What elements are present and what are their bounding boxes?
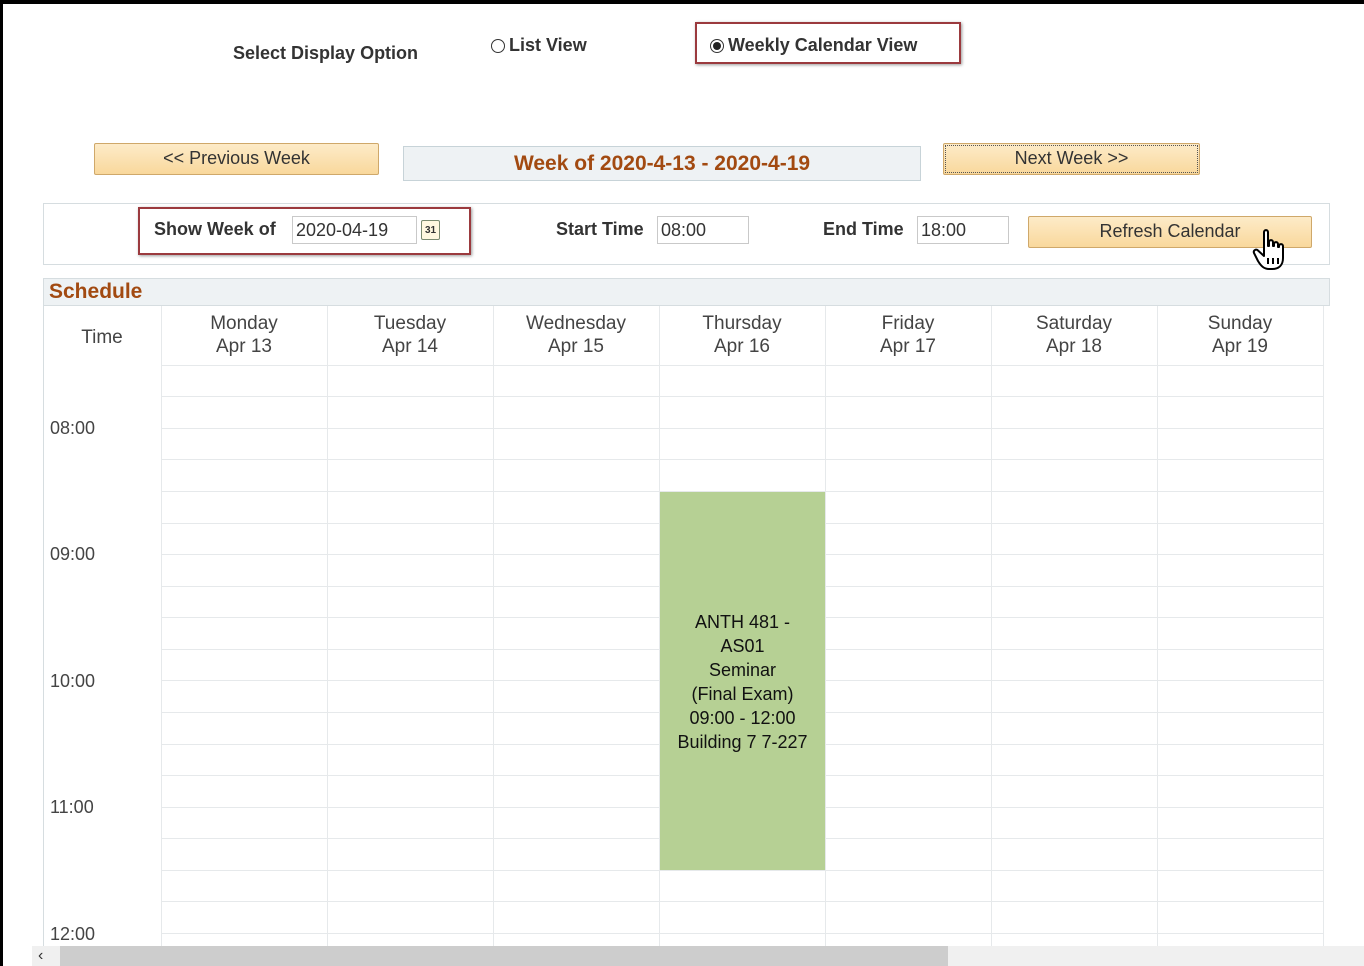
day-name: Monday [210,313,278,334]
day-header-thursday: Thursday Apr 16 [659,312,825,358]
time-label: 10:00 [50,671,96,691]
day-name: Wednesday [526,313,626,334]
show-week-input[interactable] [292,216,417,244]
grid-line [161,933,1323,934]
day-date: Apr 17 [880,336,936,357]
calendar-event[interactable]: ANTH 481 - AS01 Seminar (Final Exam) 09:… [660,492,825,870]
day-name: Tuesday [373,313,447,334]
day-name: Saturday [1035,313,1113,334]
grid-line [161,901,1323,902]
start-time-input[interactable] [657,216,749,244]
day-date: Apr 13 [216,336,272,357]
list-view-label: List View [509,35,587,55]
grid-line [161,306,162,946]
grid-line [1323,306,1324,946]
end-time-input[interactable] [917,216,1009,244]
day-date: Apr 19 [1212,336,1268,357]
previous-week-button[interactable]: << Previous Week [94,143,379,175]
time-label: 08:00 [50,418,96,438]
calendar-icon-text: 31 [424,225,437,236]
radio-icon [491,38,505,53]
grid-line [161,365,1323,366]
grid-line [161,396,1323,397]
grid-line [161,428,1323,429]
time-column-header: Time [81,327,123,348]
grid-line [327,306,328,946]
list-view-radio[interactable]: List View [491,35,587,56]
horizontal-scrollbar[interactable] [32,946,1364,966]
show-week-label: Show Week of [154,219,276,239]
scroll-left-icon[interactable]: ‹ [38,946,43,966]
day-date: Apr 18 [1046,336,1102,357]
grid-line [1157,306,1158,946]
radio-checked-icon [710,38,724,53]
event-line: Seminar [708,660,777,680]
day-date: Apr 15 [548,336,604,357]
time-label: 09:00 [50,544,96,564]
event-line: ANTH 481 - [694,612,791,632]
day-name: Thursday [702,313,782,334]
grid-line [161,870,1323,871]
grid-line [43,306,44,946]
weekly-view-label: Weekly Calendar View [728,35,918,55]
day-header-monday: Monday Apr 13 [161,312,327,358]
event-line: AS01 [720,636,765,656]
grid-line [825,306,826,946]
day-header-sunday: Sunday Apr 19 [1157,312,1323,358]
time-label: 12:00 [50,924,96,944]
day-date: Apr 14 [382,336,438,357]
next-week-button[interactable]: Next Week >> [943,143,1200,175]
day-name: Friday [881,313,935,334]
calendar-icon[interactable]: 31 [421,220,440,240]
start-time-label: Start Time [556,219,644,239]
event-line: Building 7 7-227 [677,732,808,752]
hand-pointer-icon [1252,229,1284,270]
schedule-grid: Schedule Time Monday Apr 13 Tuesday Apr … [43,278,1330,946]
grid-line [493,306,494,946]
grid-line [991,306,992,946]
event-line: 09:00 - 12:00 [689,708,796,728]
schedule-title: Schedule [43,278,1330,306]
day-name: Sunday [1207,313,1273,334]
day-date: Apr 16 [714,336,770,357]
display-option-label: Select Display Option [233,43,419,63]
event-line: (Final Exam) [691,684,794,704]
end-time-label: End Time [823,219,904,239]
weekly-view-radio[interactable]: Weekly Calendar View [710,35,917,56]
week-range-label: Week of 2020-4-13 - 2020-4-19 [403,146,921,181]
scrollbar-thumb[interactable] [60,946,948,966]
grid-line [161,459,1323,460]
day-header-wednesday: Wednesday Apr 15 [493,312,659,358]
time-label: 11:00 [50,797,94,817]
day-header-tuesday: Tuesday Apr 14 [327,312,493,358]
day-header-friday: Friday Apr 17 [825,312,991,358]
day-header-saturday: Saturday Apr 18 [991,312,1157,358]
